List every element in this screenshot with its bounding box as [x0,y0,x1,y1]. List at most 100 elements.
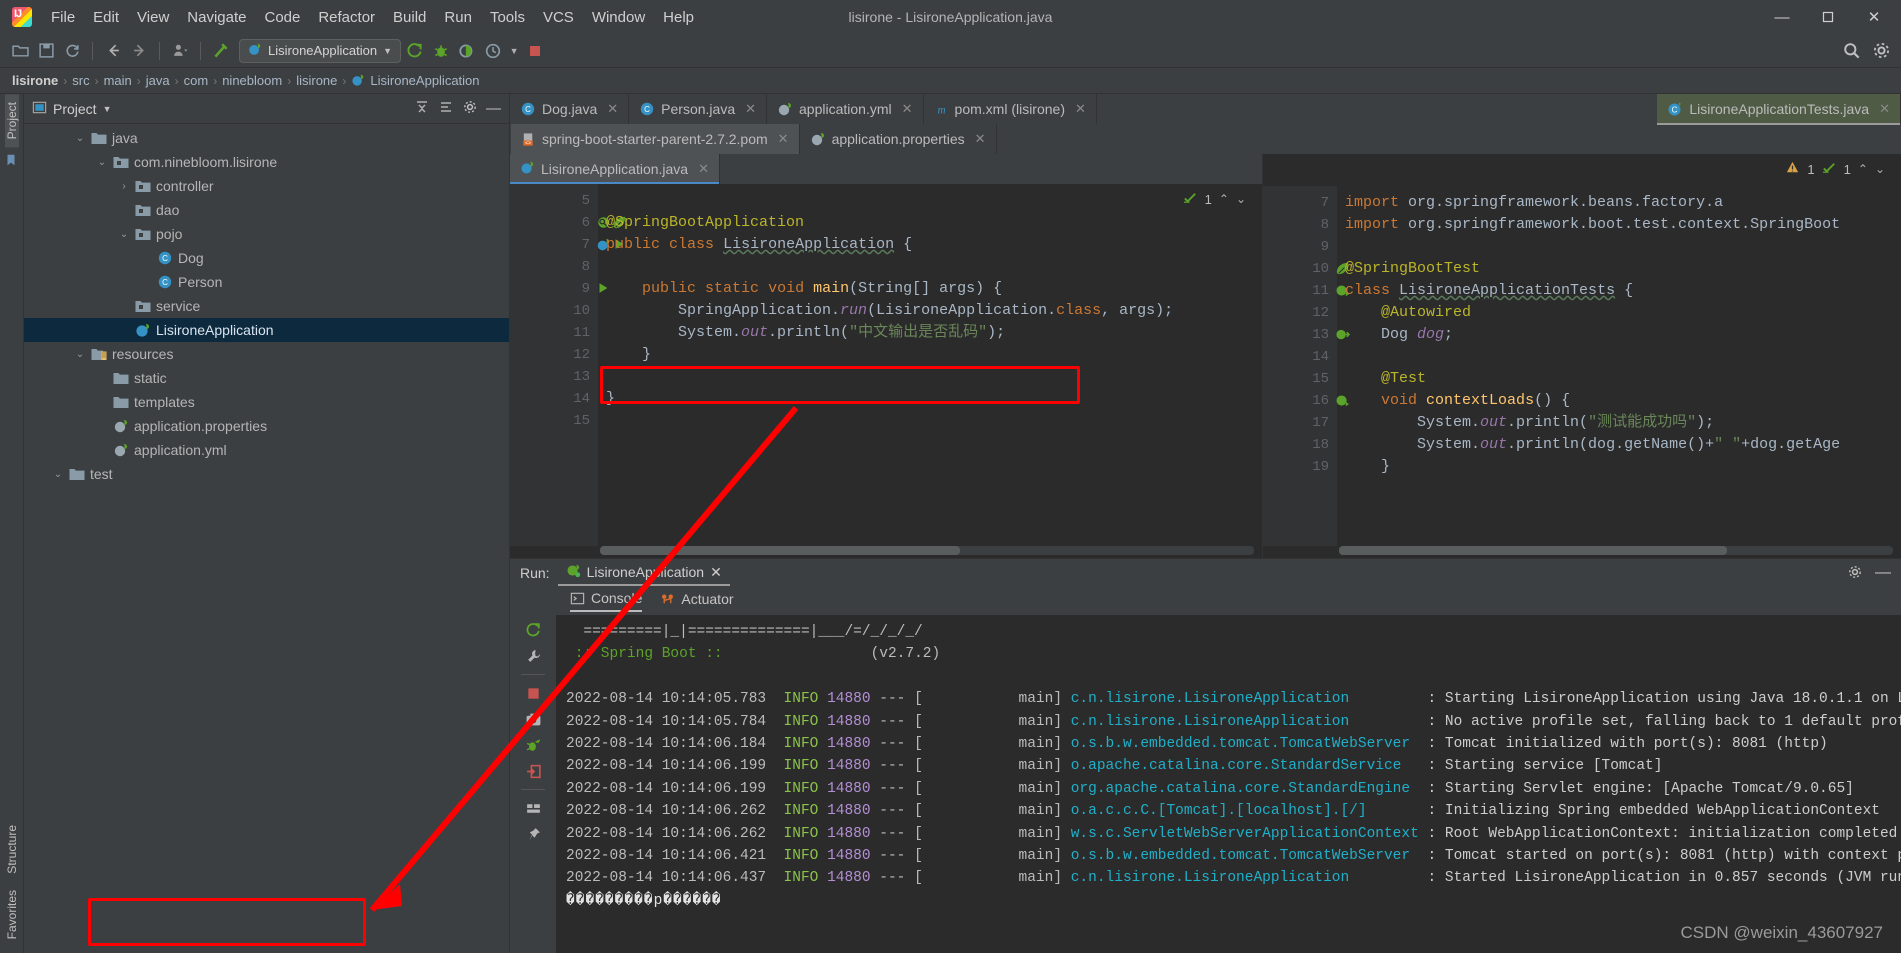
console-output[interactable]: =========|_|==============|___/=/_/_/_/ … [556,615,1901,953]
right-horizontal-scrollbar[interactable] [1339,546,1893,555]
code-line-14[interactable]: } [598,388,1262,410]
code-line-17[interactable]: System.out.println("测试能成功吗"); [1337,412,1901,434]
chevron-down-icon[interactable]: ▼ [383,46,392,56]
close-button[interactable]: ✕ [1851,1,1897,33]
tree-node-lisironeapplication[interactable]: LisironeApplication [24,318,509,342]
close-icon[interactable]: ✕ [778,131,789,147]
chevron-down-icon[interactable]: ⌄ [74,133,86,144]
code-line-10[interactable]: @SpringBootTest [1337,258,1901,280]
code-line-13[interactable] [598,366,1262,388]
chevron-down-icon[interactable]: ⌄ [118,229,130,240]
code-line-6[interactable]: @SpringBootApplication [598,212,1262,234]
chevron-down-icon[interactable]: ⌄ [74,349,86,360]
maximize-button[interactable] [1805,1,1851,33]
breadcrumb-item-lisirone[interactable]: lisirone [296,73,337,88]
gutter-line-13[interactable]: 13 [510,366,598,388]
code-line-14[interactable] [1337,346,1901,368]
gutter-line-12[interactable]: 12 [510,344,598,366]
gutter-line-11[interactable]: 11 [510,322,598,344]
gutter-line-8[interactable]: 8 [1263,214,1337,236]
code-line-18[interactable]: System.out.println(dog.getName()+" "+dog… [1337,434,1901,456]
breadcrumb-item-lisironeapplication[interactable]: LisironeApplication [370,73,479,88]
menu-item-tools[interactable]: Tools [481,5,534,30]
rail-tab-structure[interactable]: Structure [5,817,19,882]
gutter-line-15[interactable]: 15 [510,410,598,432]
gear-icon[interactable] [1869,39,1893,63]
menu-item-refactor[interactable]: Refactor [309,5,384,30]
chevron-down-icon[interactable]: ⌄ [1875,162,1885,176]
save-all-icon[interactable] [34,39,58,63]
menu-item-vcs[interactable]: VCS [534,5,583,30]
bookmark-icon[interactable] [4,153,20,169]
left-code-content[interactable]: @SpringBootApplication public class Lisir… [598,184,1262,546]
gutter-line-19[interactable]: 19 [1263,456,1337,478]
code-line-8[interactable] [598,256,1262,278]
chevron-right-icon[interactable]: › [118,181,130,192]
profiler-icon[interactable] [481,39,505,63]
chevron-down-icon[interactable]: ⌄ [96,157,108,168]
gutter-line-11[interactable]: 11 [1263,280,1350,302]
gutter-line-14[interactable]: 14 [1263,346,1337,368]
profiler-dropdown-chevron-icon[interactable]: ▼ [507,39,521,63]
close-icon[interactable]: ✕ [1879,101,1890,117]
chevron-up-icon[interactable]: ⌃ [1858,162,1868,176]
tree-node-test[interactable]: ⌄ test [24,462,509,486]
chevron-down-icon[interactable]: ⌄ [52,469,64,480]
right-code-content[interactable]: import org.springframework.beans.factory… [1337,186,1901,546]
chevron-down-icon[interactable]: ▼ [103,104,112,114]
code-line-15[interactable] [598,410,1262,432]
code-line-9[interactable]: public static void main(String[] args) { [598,278,1262,300]
editor-tab-application-yml[interactable]: application.yml ✕ [767,94,924,124]
editor-tab-dog-java[interactable]: C Dog.java ✕ [510,94,630,124]
close-icon[interactable]: ✕ [1075,101,1086,117]
right-gutter[interactable]: 7 8 9 10 11 12 13 14 15 16 17 18 19 [1263,186,1350,546]
breadcrumb-item-src[interactable]: src [72,73,89,88]
close-icon[interactable]: ✕ [975,131,986,147]
tree-node-com-ninebloom-lisirone[interactable]: ⌄ com.ninebloom.lisirone [24,150,509,174]
menu-item-navigate[interactable]: Navigate [178,5,255,30]
stop-square-icon[interactable] [523,39,547,63]
breadcrumb-item-ninebloom[interactable]: ninebloom [222,73,282,88]
breadcrumb-item-java[interactable]: java [146,73,170,88]
gutter-line-8[interactable]: 8 [510,256,598,278]
tree-node-dao[interactable]: dao [24,198,509,222]
menu-item-file[interactable]: File [42,5,84,30]
gutter-line-16[interactable]: 16 [1263,390,1350,412]
layout-icon[interactable] [522,797,544,819]
gutter-line-5[interactable]: 5 [510,190,598,212]
menu-item-run[interactable]: Run [435,5,481,30]
project-tree[interactable]: ⌄ java ⌄ com.ninebloom.lisirone › controller d… [24,124,509,953]
breadcrumb-item-main[interactable]: main [104,73,132,88]
run-tab-lisirone-application[interactable]: LisironeApplication ✕ [557,560,730,586]
chevron-up-icon[interactable]: ⌃ [1219,192,1229,206]
menu-item-help[interactable]: Help [654,5,703,30]
code-line-13[interactable]: Dog dog; [1337,324,1901,346]
gutter-line-15[interactable]: 15 [1263,368,1337,390]
tree-node-dog[interactable]: C Dog [24,246,509,270]
rerun-icon[interactable] [522,619,544,641]
menu-item-view[interactable]: View [128,5,178,30]
tree-node-static[interactable]: static [24,366,509,390]
build-hammer-icon[interactable] [209,39,233,63]
tree-node-controller[interactable]: › controller [24,174,509,198]
exit-icon[interactable] [522,760,544,782]
tree-node-application-properties[interactable]: application.properties [24,414,509,438]
close-icon[interactable]: ✕ [710,564,722,581]
gutter-line-9[interactable]: 9 [510,278,608,300]
menu-item-build[interactable]: Build [384,5,435,30]
left-gutter[interactable]: 5 6 7 8 9 10 11 12 13 14 15 [510,184,626,546]
tree-node-resources[interactable]: ⌄ resources [24,342,509,366]
gutter-line-7[interactable]: 7 [510,234,624,256]
gutter-line-14[interactable]: 14 [510,388,598,410]
code-line-7[interactable]: import org.springframework.beans.factory… [1337,192,1901,214]
expand-icon[interactable] [438,99,454,118]
minimize-button[interactable]: — [1759,1,1805,33]
gutter-line-18[interactable]: 18 [1263,434,1337,456]
close-icon[interactable]: ✕ [607,101,618,117]
profile-icon[interactable] [168,39,192,63]
minimize-icon[interactable]: — [1875,565,1891,581]
menu-item-window[interactable]: Window [583,5,654,30]
editor-tab-person-java[interactable]: C Person.java ✕ [629,94,768,124]
pin-icon[interactable] [522,823,544,845]
sync-icon[interactable] [60,39,84,63]
